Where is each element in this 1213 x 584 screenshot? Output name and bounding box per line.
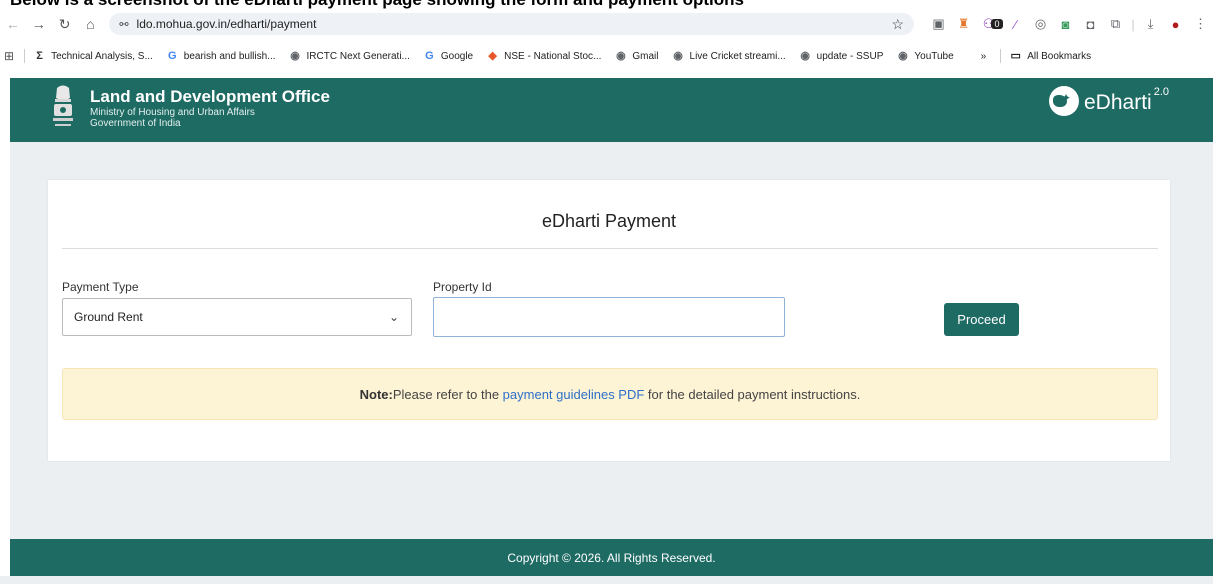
divider: | bbox=[1131, 16, 1135, 32]
download-icon[interactable]: ⤓ bbox=[1138, 16, 1163, 32]
payment-type-select[interactable]: Ground Rent ⌄ bbox=[62, 298, 412, 336]
globe-icon: ◉ bbox=[800, 49, 810, 62]
url-text[interactable]: ldo.mohua.gov.in/edharti/payment bbox=[137, 17, 892, 31]
all-bookmarks-label: All Bookmarks bbox=[1027, 50, 1092, 62]
bookmark-item[interactable]: Gbearish and bullish... bbox=[166, 50, 276, 63]
browser-toolbar: ← → ↻ ⌂ ⚯ ldo.mohua.gov.in/edharti/payme… bbox=[0, 12, 1213, 36]
bookmark-label: Google bbox=[440, 50, 474, 62]
bookmark-label: Technical Analysis, S... bbox=[51, 50, 153, 62]
site-header: Land and Development Office Ministry of … bbox=[10, 78, 1213, 142]
payment-type-label: Payment Type bbox=[62, 280, 139, 294]
globe-icon: ◉ bbox=[616, 49, 626, 62]
edharti-logo-icon: ✦ bbox=[1049, 86, 1079, 116]
bookmark-label: NSE - National Stoc... bbox=[504, 50, 602, 62]
nse-icon: ◆ bbox=[488, 49, 497, 62]
camera-icon[interactable]: ◘ bbox=[1078, 17, 1103, 32]
address-bar[interactable]: ⚯ ldo.mohua.gov.in/edharti/payment ☆ bbox=[109, 13, 915, 35]
google-icon: G bbox=[425, 49, 434, 62]
back-icon[interactable]: ← bbox=[0, 16, 26, 32]
page-title: eDharti Payment bbox=[541, 211, 677, 231]
menu-icon[interactable]: ⋮ bbox=[1188, 16, 1213, 32]
property-id-input[interactable] bbox=[433, 297, 785, 337]
sigma-icon: Σ bbox=[36, 49, 43, 62]
footer-bottom-strip bbox=[0, 576, 1213, 584]
globe-icon: ◉ bbox=[898, 49, 908, 62]
site-footer: Copyright © 2026. All Rights Reserved. bbox=[10, 539, 1213, 576]
home-icon[interactable]: ⌂ bbox=[77, 16, 103, 32]
puzzle-icon[interactable]: ⧉ bbox=[1103, 16, 1128, 32]
org-title: Land and Development Office bbox=[90, 87, 330, 106]
note-text-before: Please refer to the bbox=[392, 386, 503, 402]
brand-name: eDharti bbox=[1084, 91, 1152, 114]
google-icon: G bbox=[168, 49, 177, 62]
bookmark-list: Σ Technical Analysis, S... Gbearish and bu… bbox=[33, 50, 967, 63]
proceed-button[interactable]: Proceed bbox=[944, 303, 1019, 336]
extension-badge: 0 bbox=[991, 19, 1004, 29]
bookmark-item[interactable]: ◉ Live Cricket streami... bbox=[672, 49, 786, 63]
payment-card: eDharti Payment Payment Type Ground Rent… bbox=[48, 180, 1170, 461]
cut-off-heading: Below is a screenshot of the eDharti pay… bbox=[0, 0, 1213, 12]
chevron-down-icon: ⌄ bbox=[388, 310, 399, 324]
property-id-label: Property Id bbox=[433, 280, 492, 294]
profile-avatar[interactable]: ● bbox=[1163, 17, 1188, 32]
note-text-after: for the detailed payment instructions. bbox=[644, 386, 861, 402]
extensions-area: ▣ ♜ ⚇ 0 ∕ ◎ ◙ ◘ ⧉ | ⤓ ● ⋮ bbox=[926, 16, 1213, 32]
bookmark-label: YouTube bbox=[914, 50, 954, 62]
ministry-name: Ministry of Housing and Urban Affairs bbox=[90, 107, 255, 118]
divider bbox=[1000, 49, 1002, 63]
payment-type-value: Ground Rent bbox=[74, 310, 143, 324]
extension-icon[interactable]: ◎ bbox=[1028, 16, 1053, 32]
folder-icon: ▭ bbox=[1010, 49, 1021, 62]
note-banner: Note: Please refer to the payment guidel… bbox=[62, 368, 1158, 420]
bookmark-item[interactable]: ◆ NSE - National Stoc... bbox=[486, 50, 601, 63]
bookmark-label: bearish and bullish... bbox=[183, 50, 276, 62]
bookmark-label: Live Cricket streami... bbox=[689, 50, 786, 62]
bookmarks-bar: ⊞ Σ Technical Analysis, S... Gbearish and … bbox=[0, 45, 1213, 67]
extension-icon[interactable]: ◙ bbox=[1053, 17, 1078, 32]
extension-icon[interactable]: ▣ bbox=[926, 16, 951, 32]
heading-text: Below is a screenshot of the eDharti pay… bbox=[10, 0, 744, 10]
divider bbox=[24, 49, 26, 63]
globe-icon: ◉ bbox=[290, 49, 300, 62]
divider bbox=[62, 248, 1158, 249]
edharti-brand[interactable]: ✦ eDharti 2.0 bbox=[1049, 86, 1169, 116]
globe-icon: ◉ bbox=[673, 49, 683, 62]
copyright-text: Copyright © 2026. All Rights Reserved. bbox=[507, 550, 716, 565]
extension-icon[interactable]: ♜ bbox=[951, 16, 976, 32]
more-bookmarks-button[interactable]: » bbox=[981, 51, 987, 62]
payment-guidelines-link[interactable]: payment guidelines PDF bbox=[503, 387, 645, 402]
national-emblem-icon bbox=[53, 85, 73, 126]
forward-icon[interactable]: → bbox=[26, 16, 52, 32]
bookmark-item[interactable]: ◉ Gmail bbox=[614, 50, 658, 63]
page: Below is a screenshot of the eDharti pay… bbox=[0, 0, 1213, 584]
bookmark-label: Gmail bbox=[632, 50, 659, 62]
bookmark-item[interactable]: ◉ IRCTC Next Generati... bbox=[289, 50, 410, 63]
bookmark-star-icon[interactable]: ☆ bbox=[891, 16, 904, 33]
brand-version: 2.0 bbox=[1153, 86, 1169, 98]
reload-icon[interactable]: ↻ bbox=[52, 16, 78, 33]
bookmark-label: update - SSUP bbox=[816, 50, 884, 62]
org-title-block[interactable]: Land and Development Office Ministry of … bbox=[90, 87, 330, 129]
extension-icon[interactable]: ∕ bbox=[1003, 17, 1028, 32]
bookmark-item[interactable]: ◉ YouTube bbox=[896, 49, 954, 63]
bookmark-item[interactable]: G Google bbox=[423, 50, 473, 63]
viewport-edge bbox=[0, 78, 10, 576]
bookmark-label: IRCTC Next Generati... bbox=[306, 50, 410, 62]
note-prefix: Note: bbox=[359, 386, 393, 402]
apps-grid-icon[interactable]: ⊞ bbox=[4, 49, 14, 63]
bookmark-item[interactable]: ◉ update - SSUP bbox=[799, 49, 884, 63]
site-info-icon[interactable]: ⚯ bbox=[119, 18, 128, 31]
bookmark-item[interactable]: Σ Technical Analysis, S... bbox=[33, 50, 153, 63]
all-bookmarks-button[interactable]: ▭ All Bookmarks bbox=[1009, 49, 1092, 63]
government-name: Government of India bbox=[90, 118, 181, 129]
